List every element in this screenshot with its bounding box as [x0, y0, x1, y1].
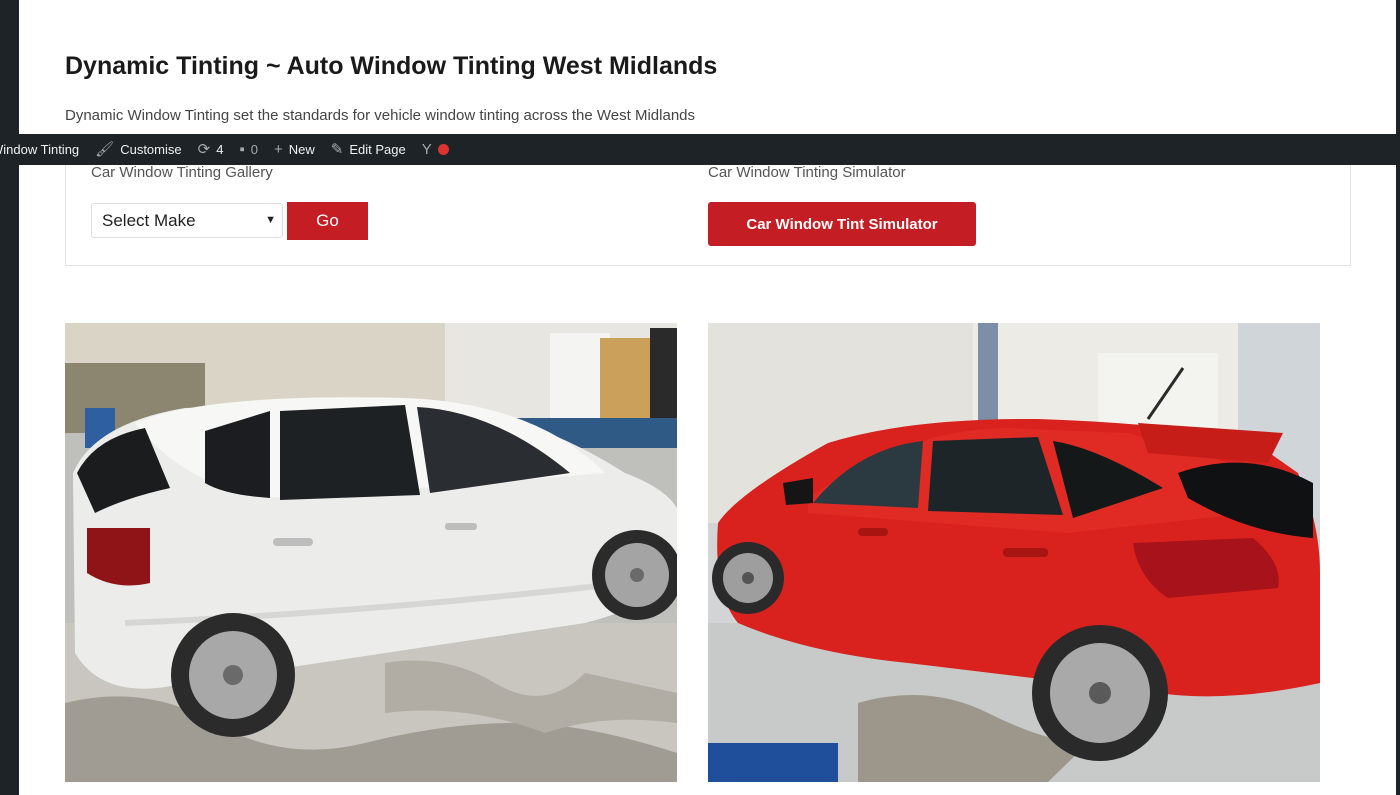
chevron-down-icon: ▼ [265, 214, 276, 226]
admin-bar-new[interactable]: + New [266, 134, 323, 165]
seo-status-dot [437, 144, 449, 155]
admin-bar-customise[interactable]: 🖌 Customise [87, 134, 189, 165]
comment-icon: ▪ [239, 141, 245, 158]
tools-panel: Car Window Tinting Gallery Select Make ▼… [65, 150, 1351, 266]
gallery-photo-white-car[interactable] [65, 323, 677, 782]
make-select[interactable]: Select Make ▼ [91, 203, 283, 238]
red-car-image [708, 323, 1320, 782]
pencil-icon: ✎ [330, 141, 344, 158]
admin-bar-site-name[interactable]: ic Window Tinting [0, 134, 87, 165]
right-dark-strip [1396, 0, 1400, 795]
gallery-photo-red-car[interactable] [708, 323, 1320, 782]
tint-simulator-button[interactable]: Car Window Tint Simulator [708, 202, 976, 246]
admin-bar-edit-page[interactable]: ✎ Edit Page [323, 134, 414, 165]
comments-count: 0 [250, 142, 258, 157]
plus-icon: + [274, 141, 283, 158]
left-dark-strip [0, 0, 19, 795]
site-description: Dynamic Window Tinting set the standards… [65, 107, 696, 124]
refresh-icon: ⟳ [197, 141, 211, 158]
page: Dynamic Tinting ~ Auto Window Tinting We… [19, 0, 1396, 795]
new-label: New [288, 142, 315, 157]
admin-bar-seo[interactable]: Y [414, 134, 457, 165]
customise-label: Customise [120, 142, 182, 157]
updates-count: 4 [216, 142, 224, 157]
admin-bar-comments[interactable]: ▪ 0 [231, 134, 266, 165]
yoast-icon: Y [421, 141, 432, 158]
admin-bar-updates[interactable]: ⟳ 4 [190, 134, 232, 165]
paintbrush-icon: 🖌 [95, 141, 115, 158]
make-select-value: Select Make [102, 210, 196, 230]
site-title[interactable]: Dynamic Tinting ~ Auto Window Tinting We… [65, 52, 717, 81]
simulator-label: Car Window Tinting Simulator [708, 164, 906, 181]
edit-page-label: Edit Page [349, 142, 406, 157]
white-car-image [65, 323, 677, 782]
gallery-label: Car Window Tinting Gallery [91, 164, 273, 181]
admin-bar: ic Window Tinting 🖌 Customise ⟳ 4 ▪ 0 + … [0, 134, 1400, 165]
go-button[interactable]: Go [287, 202, 368, 240]
